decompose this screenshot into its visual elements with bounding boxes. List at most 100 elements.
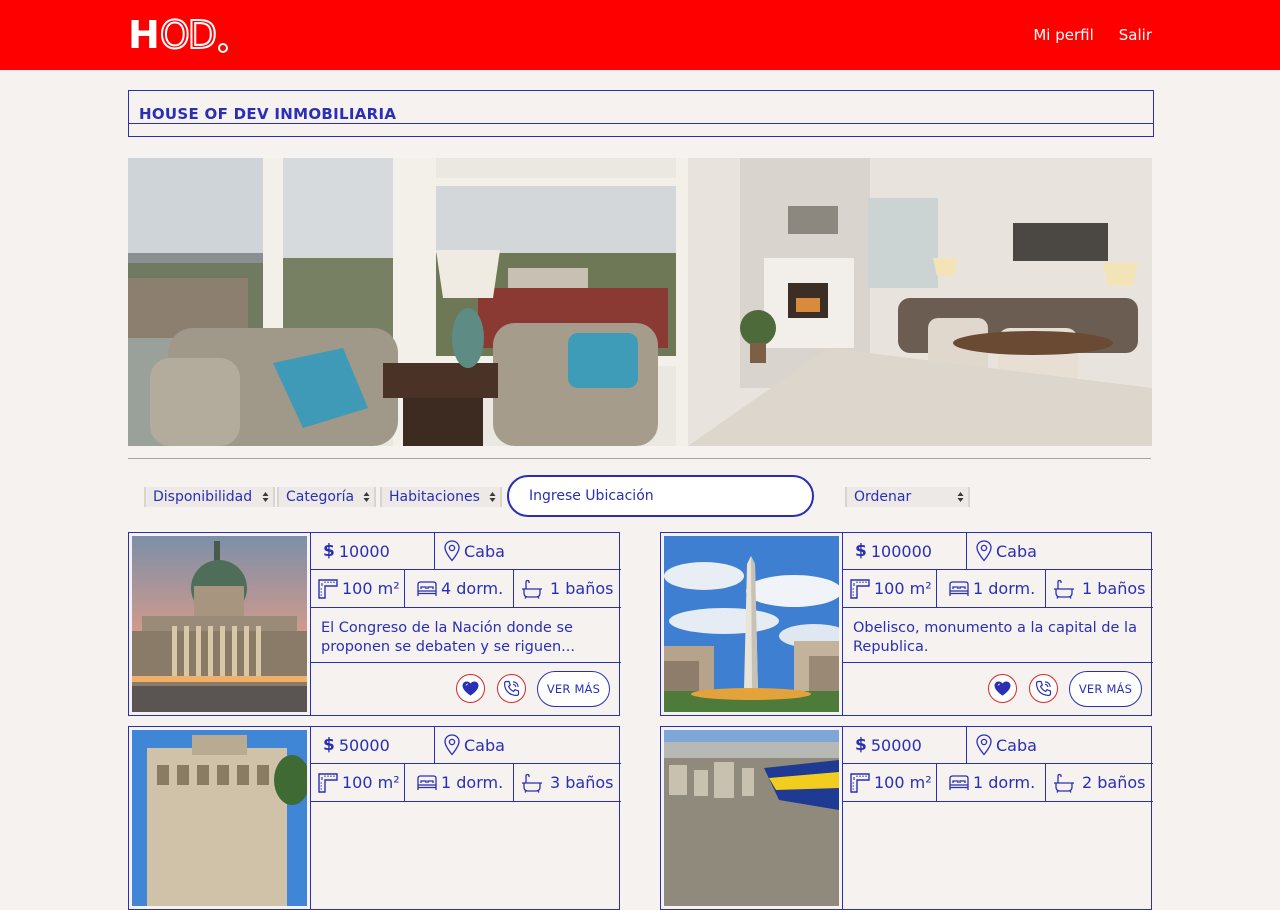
cell-divider xyxy=(936,764,937,801)
property-price: $ 100000 xyxy=(855,533,932,569)
currency-sign: $ xyxy=(323,541,335,561)
property-baths: 2 baños xyxy=(1053,764,1146,801)
property-card: $ 50000 Caba 100 m² 1 dorm. 2 baños xyxy=(660,726,1153,910)
property-rooms: 1 dorm. xyxy=(948,764,1035,801)
bathtub-icon xyxy=(1053,579,1075,599)
location-label: Caba xyxy=(996,735,1037,755)
select-disponibilidad[interactable]: Disponibilidad xyxy=(144,487,275,507)
ruler-icon xyxy=(849,578,871,600)
select-categoria-label: Categoría xyxy=(286,489,355,505)
rooms-label: 1 dorm. xyxy=(973,773,1036,792)
cell-divider xyxy=(434,727,435,763)
bed-icon xyxy=(416,774,438,792)
heart-icon xyxy=(994,681,1011,696)
favorite-button[interactable] xyxy=(456,674,485,703)
location-label: Caba xyxy=(464,541,505,561)
cell-divider xyxy=(513,570,514,607)
baths-label: 2 baños xyxy=(1082,773,1146,792)
phone-icon xyxy=(1035,680,1052,697)
price-value: 100000 xyxy=(870,541,932,561)
price-value: 50000 xyxy=(870,735,922,755)
ver-mas-button[interactable]: VER MÁS xyxy=(1069,671,1142,707)
property-info: $ 100000 Caba 100 m² 1 dorm. 1 baños Obe… xyxy=(842,533,1153,715)
property-row-features: 100 m² 1 dorm. 3 baños xyxy=(311,764,621,802)
property-card: $ 10000 Caba 100 m² 4 dorm. 1 baños El C… xyxy=(128,532,621,716)
cell-divider xyxy=(404,764,405,801)
rooms-label: 4 dorm. xyxy=(441,579,504,598)
property-row-features: 100 m² 1 dorm. 2 baños xyxy=(843,764,1153,802)
cell-divider xyxy=(404,570,405,607)
bed-icon xyxy=(416,580,438,598)
cell-divider xyxy=(434,533,435,569)
living-room-illustration xyxy=(128,158,1152,446)
cell-divider xyxy=(1045,570,1046,607)
property-row-price-location: $ 10000 Caba xyxy=(311,533,621,570)
section-divider xyxy=(128,458,1151,459)
location-label: Caba xyxy=(464,735,505,755)
property-location: Caba xyxy=(975,533,1037,569)
cell-divider xyxy=(966,727,967,763)
favorite-button[interactable] xyxy=(988,674,1017,703)
property-area: 100 m² xyxy=(317,764,400,801)
select-habitaciones[interactable]: Habitaciones xyxy=(380,487,502,507)
ruler-icon xyxy=(317,772,339,794)
location-search-input[interactable]: Ingrese Ubicación xyxy=(507,475,814,517)
baths-label: 1 baños xyxy=(1082,579,1146,598)
logo-h: H xyxy=(128,13,160,57)
hod-logo[interactable]: H OD xyxy=(128,13,228,57)
property-price: $ 10000 xyxy=(323,533,390,569)
nav-salir[interactable]: Salir xyxy=(1119,26,1152,44)
brand-box: HOUSE OF DEV INMOBILIARIA xyxy=(128,90,1154,137)
baths-label: 1 baños xyxy=(550,579,614,598)
cell-divider xyxy=(936,570,937,607)
property-photo[interactable] xyxy=(132,730,307,906)
property-row-description: Obelisco, monumento a la capital de la R… xyxy=(843,608,1153,663)
area-label: 100 m² xyxy=(342,773,400,792)
rooms-label: 1 dorm. xyxy=(441,773,504,792)
property-photo[interactable] xyxy=(664,730,839,906)
property-info: $ 10000 Caba 100 m² 4 dorm. 1 baños El C… xyxy=(310,533,621,715)
bed-icon xyxy=(948,580,970,598)
ver-mas-button[interactable]: VER MÁS xyxy=(537,671,610,707)
location-pin-icon xyxy=(975,734,993,756)
property-info: $ 50000 Caba 100 m² 1 dorm. 2 baños xyxy=(842,727,1153,909)
property-rooms: 4 dorm. xyxy=(416,570,503,607)
property-price: $ 50000 xyxy=(323,727,390,763)
property-photo[interactable] xyxy=(132,536,307,712)
property-card: $ 50000 Caba 100 m² 1 dorm. 3 baños xyxy=(128,726,621,910)
call-button[interactable] xyxy=(1029,674,1058,703)
select-habitaciones-label: Habitaciones xyxy=(389,489,480,505)
select-disponibilidad-label: Disponibilidad xyxy=(153,489,253,505)
ruler-icon xyxy=(317,578,339,600)
phone-icon xyxy=(503,680,520,697)
property-area: 100 m² xyxy=(849,764,932,801)
property-area: 100 m² xyxy=(849,570,932,607)
select-ordenar-label: Ordenar xyxy=(854,489,912,505)
hero-image xyxy=(128,158,1152,446)
property-photo[interactable] xyxy=(664,536,839,712)
select-categoria[interactable]: Categoría xyxy=(277,487,376,507)
logo-od: OD xyxy=(159,13,218,57)
obelisco-photo xyxy=(664,536,839,712)
call-button[interactable] xyxy=(497,674,526,703)
property-row-features: 100 m² 4 dorm. 1 baños xyxy=(311,570,621,608)
congreso-photo xyxy=(132,536,307,712)
property-description: El Congreso de la Nación donde se propon… xyxy=(321,620,576,655)
property-row-actions: VER MÁS xyxy=(311,663,621,715)
cell-divider xyxy=(513,764,514,801)
bed-icon xyxy=(948,774,970,792)
location-pin-icon xyxy=(443,540,461,562)
area-label: 100 m² xyxy=(874,773,932,792)
select-ordenar[interactable]: Ordenar xyxy=(845,487,970,507)
price-value: 10000 xyxy=(338,541,390,561)
property-info: $ 50000 Caba 100 m² 1 dorm. 3 baños xyxy=(310,727,621,909)
property-row-description: El Congreso de la Nación donde se propon… xyxy=(311,608,621,663)
logo-dot xyxy=(217,43,228,53)
cell-divider xyxy=(1045,764,1046,801)
location-label: Caba xyxy=(996,541,1037,561)
area-label: 100 m² xyxy=(342,579,400,598)
teatro-photo xyxy=(132,730,307,906)
nav-mi-perfil[interactable]: Mi perfil xyxy=(1033,26,1093,44)
currency-sign: $ xyxy=(855,541,867,561)
top-nav: Mi perfil Salir xyxy=(1033,26,1152,44)
